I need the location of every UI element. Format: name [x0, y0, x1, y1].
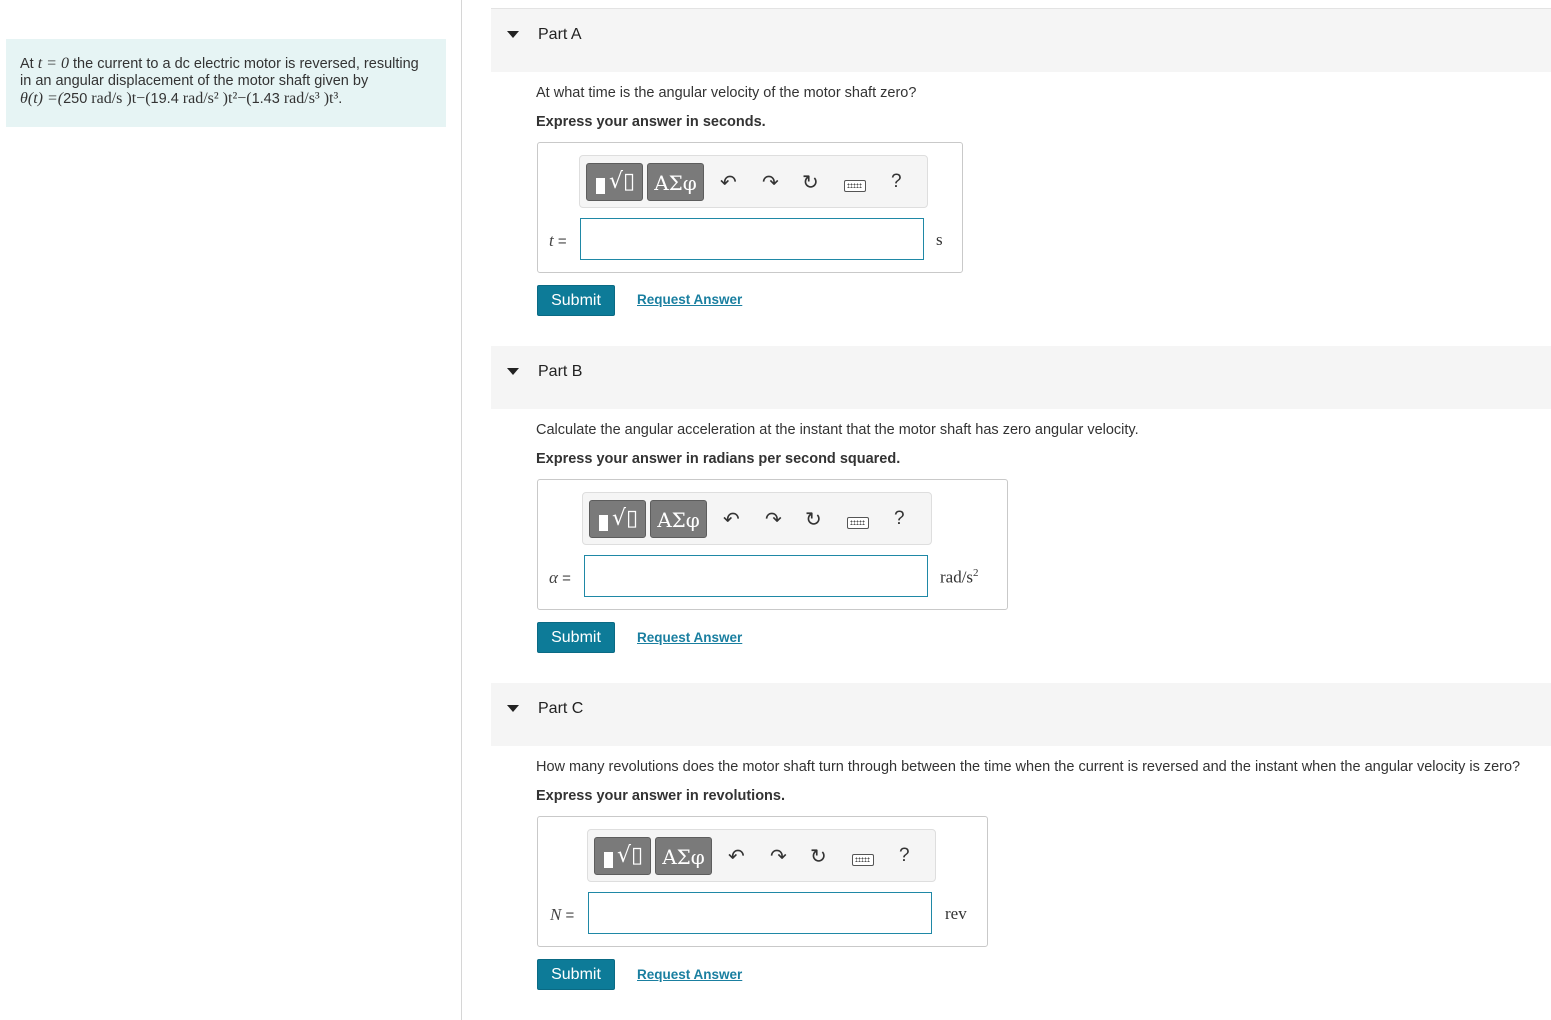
submit-button[interactable]: Submit: [537, 959, 615, 990]
redo-icon[interactable]: ↷: [765, 507, 782, 531]
reset-icon[interactable]: ↻: [802, 170, 819, 194]
part-b-title: Part B: [538, 363, 583, 380]
greek-symbols-icon[interactable]: ΑΣφ: [647, 163, 704, 201]
problem-statement: At t = 0 the current to a dc electric mo…: [6, 39, 446, 127]
unit-label: rev: [945, 904, 967, 923]
variable-label: α =: [549, 568, 571, 587]
part-c-answer-box: √▯ ΑΣφ ↶ ↷ ↻ ? N = rev: [537, 816, 988, 947]
request-answer-link[interactable]: Request Answer: [637, 630, 742, 645]
templates-icon[interactable]: √▯: [586, 163, 643, 201]
part-a-answer-box: √▯ ΑΣφ ↶ ↷ ↻ ? t = s: [537, 142, 963, 273]
undo-icon[interactable]: ↶: [720, 170, 737, 194]
answer-input[interactable]: [580, 218, 924, 260]
part-a-instruction: Express your answer in seconds.: [536, 114, 766, 130]
undo-icon[interactable]: ↶: [728, 844, 745, 868]
part-c-title: Part C: [538, 700, 584, 717]
submit-button[interactable]: Submit: [537, 285, 615, 316]
part-c-header[interactable]: Part C: [491, 683, 1551, 746]
answer-input[interactable]: [588, 892, 932, 934]
part-c-instruction: Express your answer in revolutions.: [536, 788, 785, 804]
math-toolbar: √▯ ΑΣφ ↶ ↷ ↻ ?: [582, 492, 932, 545]
column-divider: [461, 0, 462, 1020]
keyboard-icon[interactable]: [852, 854, 874, 866]
undo-icon[interactable]: ↶: [723, 507, 740, 531]
math-toolbar: √▯ ΑΣφ ↶ ↷ ↻ ?: [587, 829, 936, 882]
help-icon[interactable]: ?: [894, 508, 905, 530]
displacement-equation: θ(t) =(250 rad/s )t−(19.4 rad/s² )t²−(1.…: [20, 90, 339, 107]
unit-label: rad/s2: [940, 567, 979, 587]
help-icon[interactable]: ?: [899, 845, 910, 867]
part-b-question: Calculate the angular acceleration at th…: [536, 422, 1139, 438]
request-answer-link[interactable]: Request Answer: [637, 967, 742, 982]
submit-button[interactable]: Submit: [537, 622, 615, 653]
part-b-answer-box: √▯ ΑΣφ ↶ ↷ ↻ ? α = rad/s2: [537, 479, 1008, 610]
part-a-title: Part A: [538, 26, 582, 43]
redo-icon[interactable]: ↷: [770, 844, 787, 868]
reset-icon[interactable]: ↻: [805, 507, 822, 531]
templates-icon[interactable]: √▯: [594, 837, 651, 875]
collapse-caret-icon[interactable]: [507, 368, 519, 375]
part-b-instruction: Express your answer in radians per secon…: [536, 451, 901, 467]
unit-label: s: [936, 230, 943, 249]
part-a-question: At what time is the angular velocity of …: [536, 85, 917, 101]
initial-time: t = 0: [37, 55, 69, 72]
collapse-caret-icon[interactable]: [507, 705, 519, 712]
greek-symbols-icon[interactable]: ΑΣφ: [650, 500, 707, 538]
math-toolbar: √▯ ΑΣφ ↶ ↷ ↻ ?: [579, 155, 928, 208]
variable-label: N =: [550, 905, 575, 924]
keyboard-icon[interactable]: [847, 517, 869, 529]
answer-input[interactable]: [584, 555, 928, 597]
reset-icon[interactable]: ↻: [810, 844, 827, 868]
part-c-question: How many revolutions does the motor shaf…: [536, 759, 1521, 775]
redo-icon[interactable]: ↷: [762, 170, 779, 194]
variable-label: t =: [549, 231, 567, 250]
part-b-header[interactable]: Part B: [491, 346, 1551, 409]
templates-icon[interactable]: √▯: [589, 500, 646, 538]
keyboard-icon[interactable]: [844, 180, 866, 192]
part-a-header[interactable]: Part A: [491, 9, 1551, 72]
collapse-caret-icon[interactable]: [507, 31, 519, 38]
help-icon[interactable]: ?: [891, 171, 902, 193]
greek-symbols-icon[interactable]: ΑΣφ: [655, 837, 712, 875]
request-answer-link[interactable]: Request Answer: [637, 292, 742, 307]
